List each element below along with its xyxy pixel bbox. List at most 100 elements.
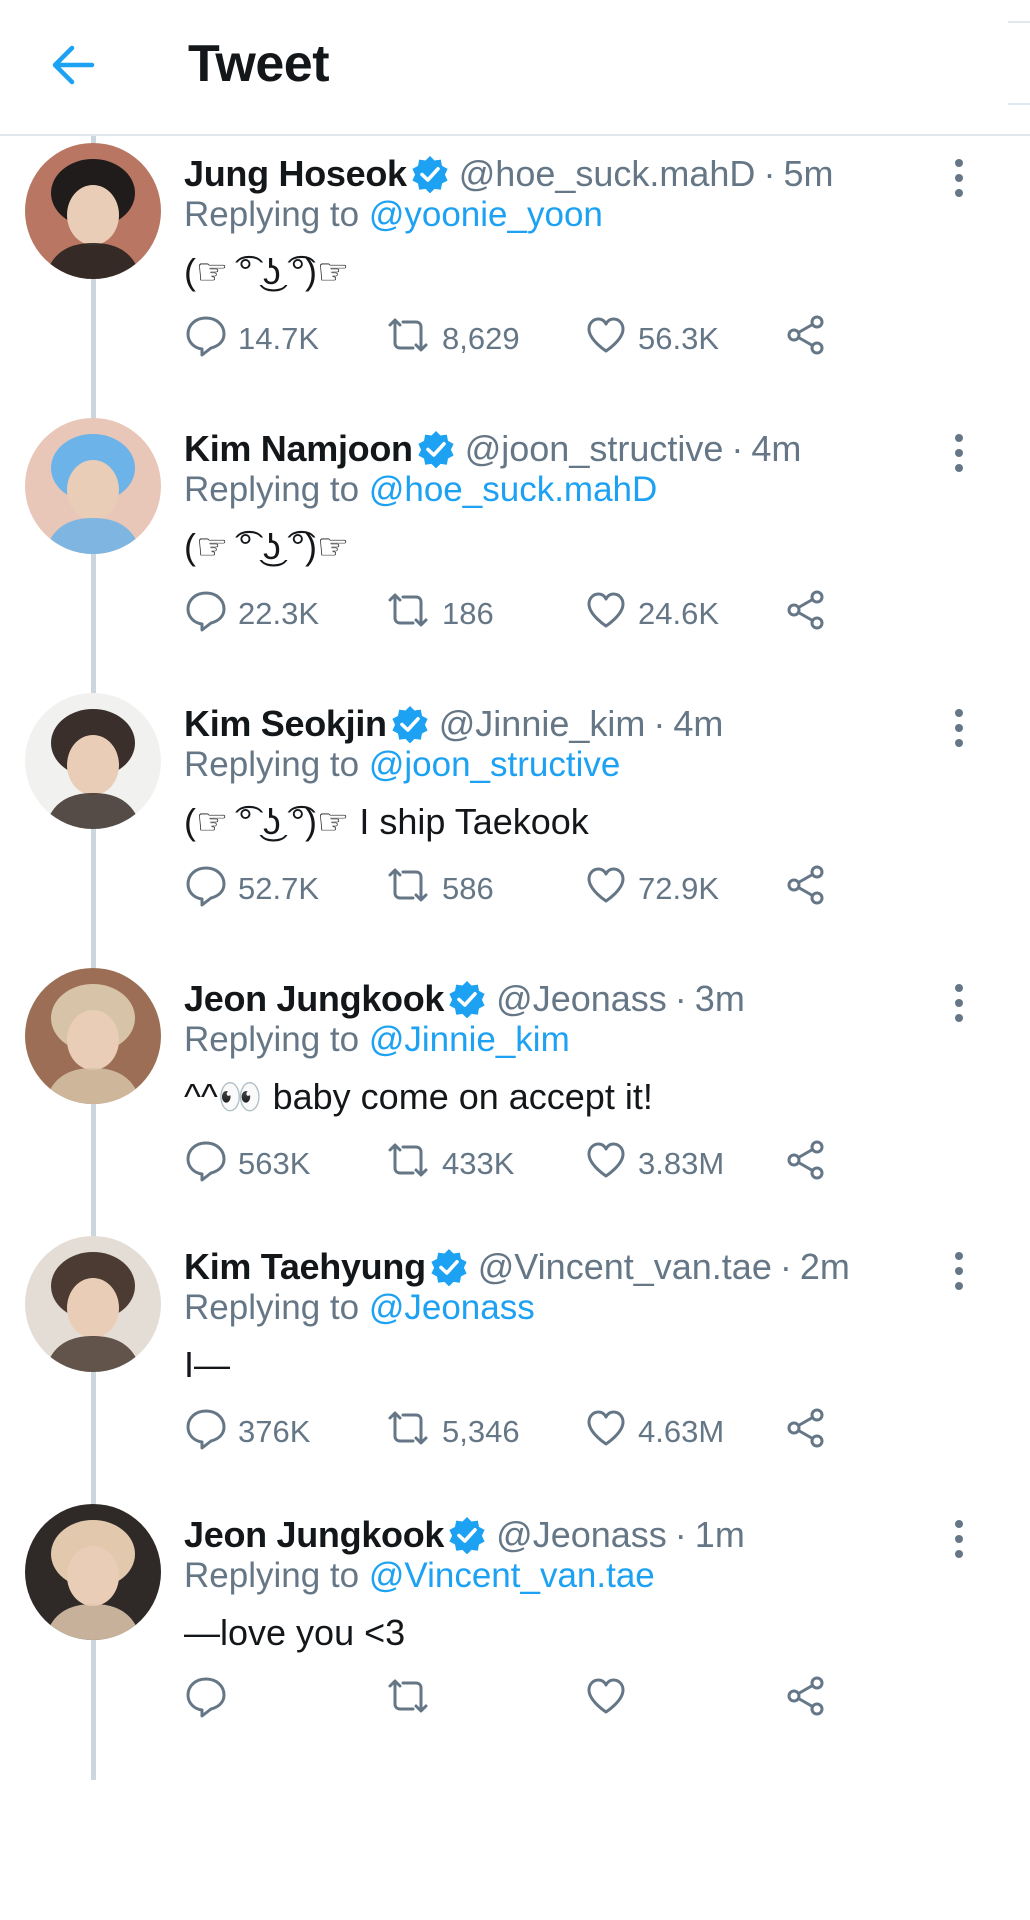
tweet-timestamp[interactable]: 4m (673, 703, 723, 745)
replying-to-label: Replying to (184, 745, 360, 784)
avatar[interactable] (25, 418, 161, 554)
mention-link[interactable]: @yoonie_yoon (369, 195, 603, 234)
tweet-header: Jeon Jungkook @Jeonass · 1m (184, 1512, 745, 1558)
heart-icon (584, 1674, 638, 1726)
tweet-row[interactable]: Kim Namjoon @joon_structive · 4m Replying to… (0, 418, 1030, 694)
heart-icon (584, 863, 638, 915)
separator-dot: · (763, 153, 776, 194)
heart-icon (584, 588, 638, 640)
mention-link[interactable]: @hoe_suck.mahD (369, 470, 657, 509)
user-name[interactable]: Kim Seokjin (184, 703, 387, 745)
like-button[interactable]: 24.6K (584, 590, 719, 638)
like-button[interactable] (584, 1676, 638, 1724)
like-button[interactable]: 4.63M (584, 1408, 724, 1456)
more-vertical-icon[interactable] (944, 1516, 974, 1562)
share-button[interactable] (784, 865, 838, 913)
user-handle[interactable]: @Jinnie_kim (439, 703, 646, 745)
tweet-timestamp[interactable]: 4m (751, 428, 801, 470)
separator-dot: · (779, 1246, 792, 1287)
mention-link[interactable]: @Vincent_van.tae (369, 1556, 655, 1595)
share-button[interactable] (784, 1408, 838, 1456)
user-handle[interactable]: @Jeonass (496, 978, 667, 1020)
share-icon (784, 1406, 838, 1458)
tweet-header: Kim Namjoon @joon_structive · 4m (184, 426, 801, 472)
separator-dot: · (731, 428, 744, 469)
retweet-button-count: 586 (442, 871, 494, 906)
tweet-row[interactable]: Jeon Jungkook @Jeonass · 1m Replying to @Vin… (0, 1504, 1030, 1780)
back-button[interactable] (40, 32, 106, 98)
replying-to-line: Replying to @Jinnie_kim (184, 1020, 570, 1060)
avatar[interactable] (25, 693, 161, 829)
tweet-header: Jeon Jungkook @Jeonass · 3m (184, 976, 745, 1022)
replying-to-line: Replying to @Vincent_van.tae (184, 1556, 655, 1596)
like-button[interactable]: 72.9K (584, 865, 719, 913)
avatar[interactable] (25, 968, 161, 1104)
user-name[interactable]: Kim Taehyung (184, 1246, 426, 1288)
user-handle[interactable]: @joon_structive (465, 428, 724, 470)
tweet-text: (☞ ͡° ͜ʖ ͡°)☞ I ship Taekook (184, 801, 589, 842)
tweet-text: —love you <3 (184, 1612, 406, 1653)
avatar[interactable] (25, 1504, 161, 1640)
mention-link[interactable]: @Jinnie_kim (369, 1020, 570, 1059)
replying-to-label: Replying to (184, 195, 360, 234)
tweet-header: Jung Hoseok @hoe_suck.mahD · 5m (184, 151, 833, 197)
reply-button[interactable]: 52.7K (184, 865, 319, 913)
user-name[interactable]: Jeon Jungkook (184, 1514, 444, 1556)
user-handle[interactable]: @Vincent_van.tae (478, 1246, 772, 1288)
retweet-button[interactable]: 186 (384, 590, 494, 638)
reply-button[interactable]: 376K (184, 1408, 310, 1456)
tweet-timestamp[interactable]: 3m (695, 978, 745, 1020)
user-name[interactable]: Jeon Jungkook (184, 978, 444, 1020)
avatar[interactable] (25, 143, 161, 279)
reply-button[interactable] (184, 1676, 238, 1724)
tweet-actions: 52.7K 586 72.9K (184, 865, 844, 913)
user-handle[interactable]: @hoe_suck.mahD (459, 153, 756, 195)
share-button[interactable] (784, 315, 838, 363)
like-button-count: 72.9K (638, 871, 720, 906)
tweet-header: Kim Seokjin @Jinnie_kim · 4m (184, 701, 723, 747)
replying-to-line: Replying to @joon_structive (184, 745, 620, 785)
verified-badge-icon (448, 980, 486, 1019)
share-icon (784, 863, 838, 915)
reply-button[interactable]: 22.3K (184, 590, 319, 638)
retweet-button[interactable] (384, 1676, 442, 1724)
user-handle[interactable]: @Jeonass (496, 1514, 667, 1556)
tweet-row[interactable]: Jung Hoseok @hoe_suck.mahD · 5m Replying to … (0, 143, 1030, 419)
retweet-button[interactable]: 586 (384, 865, 494, 913)
retweet-button[interactable]: 433K (384, 1140, 514, 1188)
replying-to-line: Replying to @hoe_suck.mahD (184, 470, 657, 510)
tweet-row[interactable]: Jeon Jungkook @Jeonass · 3m Replying to @Jin… (0, 968, 1030, 1244)
verified-badge-icon (417, 430, 455, 469)
more-vertical-icon[interactable] (944, 705, 974, 751)
retweet-button[interactable]: 8,629 (384, 315, 520, 363)
user-name[interactable]: Jung Hoseok (184, 153, 407, 195)
user-name[interactable]: Kim Namjoon (184, 428, 413, 470)
comment-icon (184, 1406, 238, 1458)
tweet-timestamp[interactable]: 2m (800, 1246, 850, 1288)
retweet-button-count: 433K (442, 1146, 515, 1181)
tweet-row[interactable]: Kim Taehyung @Vincent_van.tae · 2m Replying … (0, 1236, 1030, 1512)
more-vertical-icon[interactable] (944, 430, 974, 476)
mention-link[interactable]: @joon_structive (369, 745, 620, 784)
like-button[interactable]: 3.83M (584, 1140, 724, 1188)
tweet-row[interactable]: Kim Seokjin @Jinnie_kim · 4m Replying to @jo… (0, 693, 1030, 969)
reply-button[interactable]: 14.7K (184, 315, 319, 363)
retweet-button[interactable]: 5,346 (384, 1408, 520, 1456)
avatar[interactable] (25, 1236, 161, 1372)
heart-icon (584, 1138, 638, 1190)
tweet-timestamp[interactable]: 1m (695, 1514, 745, 1556)
share-button[interactable] (784, 1140, 838, 1188)
reply-button[interactable]: 563K (184, 1140, 310, 1188)
more-vertical-icon[interactable] (944, 1248, 974, 1294)
comment-icon (184, 588, 238, 640)
tweet-timestamp[interactable]: 5m (783, 153, 833, 195)
more-vertical-icon[interactable] (944, 155, 974, 201)
more-vertical-icon[interactable] (944, 980, 974, 1026)
like-button[interactable]: 56.3K (584, 315, 719, 363)
share-button[interactable] (784, 590, 838, 638)
verified-badge-icon (411, 155, 449, 194)
retweet-icon (384, 1138, 442, 1190)
share-button[interactable] (784, 1676, 838, 1724)
mention-link[interactable]: @Jeonass (369, 1288, 535, 1327)
replying-to-line: Replying to @yoonie_yoon (184, 195, 603, 235)
